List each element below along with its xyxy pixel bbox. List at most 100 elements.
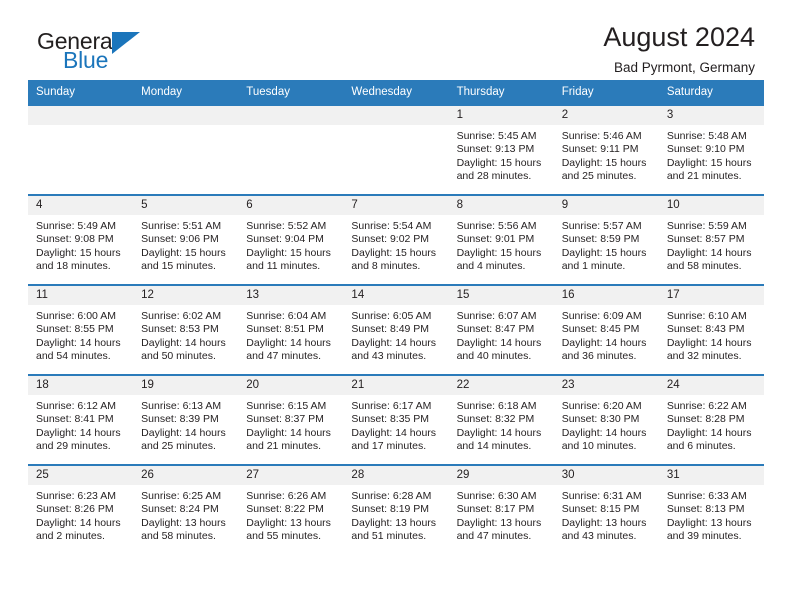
calendar-day-cell[interactable]: 5 Sunrise: 5:51 AM Sunset: 9:06 PM Daylight… <box>133 194 239 285</box>
daylight-duration-line1: Daylight: 14 hours <box>36 426 121 439</box>
sunrise-time: Sunrise: 5:49 AM <box>36 220 116 232</box>
day-number <box>238 106 344 125</box>
calendar-day-cell[interactable]: 30 Sunrise: 6:31 AM Sunset: 8:15 PM Dayligh… <box>553 464 659 555</box>
daylight-duration-line1: Daylight: 13 hours <box>351 516 437 529</box>
daylight-duration-line1: Daylight: 14 hours <box>246 426 331 439</box>
day-number: 4 <box>28 196 134 215</box>
sunset-time: Sunset: 8:41 PM <box>36 413 114 426</box>
sunset-time: Sunset: 8:39 PM <box>141 413 219 426</box>
calendar-week-row: 25 Sunrise: 6:23 AM Sunset: 8:26 PM Dayligh… <box>28 464 764 555</box>
calendar-day-cell[interactable]: 24 Sunrise: 6:22 AM Sunset: 8:28 PM Dayligh… <box>658 374 764 465</box>
calendar-day-cell[interactable]: 16 Sunrise: 6:09 AM Sunset: 8:45 PM Dayligh… <box>553 284 659 375</box>
calendar-day-cell[interactable]: 25 Sunrise: 6:23 AM Sunset: 8:26 PM Dayligh… <box>28 464 134 555</box>
daylight-duration-line2: and 29 minutes. <box>36 439 111 452</box>
day-number: 16 <box>553 286 659 305</box>
calendar-day-cell[interactable]: 4 Sunrise: 5:49 AM Sunset: 9:08 PM Daylight… <box>28 194 134 285</box>
sunrise-time: Sunrise: 6:07 AM <box>456 310 537 322</box>
sunset-time: Sunset: 8:53 PM <box>141 323 219 336</box>
daylight-duration-line2: and 4 minutes. <box>456 259 526 272</box>
calendar-day-cell[interactable]: 11 Sunrise: 6:00 AM Sunset: 8:55 PM Dayligh… <box>28 284 134 375</box>
sunset-time: Sunset: 8:51 PM <box>246 323 324 336</box>
day-number: 21 <box>343 376 449 395</box>
day-number: 10 <box>658 196 764 215</box>
daylight-duration-line2: and 21 minutes. <box>246 439 321 452</box>
daylight-duration-line1: Daylight: 15 hours <box>351 246 437 259</box>
calendar-day-cell[interactable]: 29 Sunrise: 6:30 AM Sunset: 8:17 PM Dayligh… <box>448 464 554 555</box>
calendar-day-cell-empty <box>238 104 344 195</box>
calendar-day-cell[interactable]: 13 Sunrise: 6:04 AM Sunset: 8:51 PM Dayligh… <box>238 284 344 375</box>
day-number: 30 <box>553 466 659 485</box>
day-number: 22 <box>448 376 554 395</box>
daylight-duration-line1: Daylight: 15 hours <box>456 246 542 259</box>
daylight-duration-line2: and 50 minutes. <box>141 349 216 362</box>
calendar-week-row: 4 Sunrise: 5:49 AM Sunset: 9:08 PM Daylight… <box>28 194 764 285</box>
calendar-week-row: 11 Sunrise: 6:00 AM Sunset: 8:55 PM Dayligh… <box>28 284 764 375</box>
sunrise-time: Sunrise: 6:13 AM <box>141 400 222 412</box>
calendar-week-row: 1 Sunrise: 5:45 AM Sunset: 9:13 PM Daylight… <box>28 104 764 195</box>
daylight-duration-line2: and 1 minute. <box>561 259 626 272</box>
day-details: Sunrise: 6:05 AM Sunset: 8:49 PM Daylight:… <box>343 305 448 363</box>
day-number: 9 <box>553 196 659 215</box>
calendar-day-cell[interactable]: 23 Sunrise: 6:20 AM Sunset: 8:30 PM Dayligh… <box>553 374 659 465</box>
calendar-day-cell[interactable]: 15 Sunrise: 6:07 AM Sunset: 8:47 PM Dayligh… <box>448 284 554 375</box>
calendar-day-cell[interactable]: 6 Sunrise: 5:52 AM Sunset: 9:04 PM Daylight… <box>238 194 344 285</box>
calendar-body: 1 Sunrise: 5:45 AM Sunset: 9:13 PM Daylight… <box>28 104 764 555</box>
calendar-day-cell[interactable]: 22 Sunrise: 6:18 AM Sunset: 8:32 PM Dayligh… <box>448 374 554 465</box>
calendar-day-cell[interactable]: 2 Sunrise: 5:46 AM Sunset: 9:11 PM Daylight… <box>553 104 659 195</box>
day-details: Sunrise: 5:57 AM Sunset: 8:59 PM Daylight:… <box>554 215 659 273</box>
calendar-day-cell[interactable]: 8 Sunrise: 5:56 AM Sunset: 9:01 PM Daylight… <box>448 194 554 285</box>
day-number: 3 <box>658 106 764 125</box>
daylight-duration-line2: and 28 minutes. <box>456 169 532 182</box>
calendar-day-cell[interactable]: 31 Sunrise: 6:33 AM Sunset: 8:13 PM Dayligh… <box>658 464 764 555</box>
daylight-duration-line1: Daylight: 13 hours <box>456 516 542 529</box>
general-blue-logo[interactable]: General Blue <box>37 30 167 78</box>
daylight-duration-line1: Daylight: 14 hours <box>141 426 226 439</box>
calendar-day-cell[interactable]: 14 Sunrise: 6:05 AM Sunset: 8:49 PM Dayligh… <box>343 284 449 375</box>
day-details: Sunrise: 6:17 AM Sunset: 8:35 PM Daylight:… <box>343 395 448 453</box>
sunrise-time: Sunrise: 5:54 AM <box>351 220 432 232</box>
sunrise-time: Sunrise: 5:59 AM <box>666 220 747 232</box>
day-details: Sunrise: 5:48 AM Sunset: 9:10 PM Daylight:… <box>659 125 764 183</box>
sunset-time: Sunset: 8:19 PM <box>351 503 430 516</box>
calendar-day-cell[interactable]: 20 Sunrise: 6:15 AM Sunset: 8:37 PM Dayligh… <box>238 374 344 465</box>
sunset-time: Sunset: 9:04 PM <box>246 233 324 246</box>
day-number <box>28 106 134 125</box>
sunrise-time: Sunrise: 6:02 AM <box>141 310 222 322</box>
day-number: 31 <box>658 466 764 485</box>
daylight-duration-line1: Daylight: 15 hours <box>36 246 121 259</box>
sunset-time: Sunset: 8:55 PM <box>36 323 114 336</box>
daylight-duration-line1: Daylight: 13 hours <box>246 516 331 529</box>
calendar-day-cell[interactable]: 21 Sunrise: 6:17 AM Sunset: 8:35 PM Dayligh… <box>343 374 449 465</box>
day-number: 13 <box>238 286 344 305</box>
calendar-day-cell-empty <box>28 104 134 195</box>
daylight-duration-line1: Daylight: 14 hours <box>36 516 121 529</box>
calendar-day-cell-empty <box>133 104 239 195</box>
calendar-day-cell[interactable]: 28 Sunrise: 6:28 AM Sunset: 8:19 PM Dayligh… <box>343 464 449 555</box>
calendar-day-cell[interactable]: 27 Sunrise: 6:26 AM Sunset: 8:22 PM Dayligh… <box>238 464 344 555</box>
sunset-time: Sunset: 8:57 PM <box>666 233 745 246</box>
day-details: Sunrise: 6:07 AM Sunset: 8:47 PM Daylight:… <box>449 305 554 363</box>
daylight-duration-line2: and 6 minutes. <box>666 439 736 452</box>
calendar-day-cell[interactable]: 1 Sunrise: 5:45 AM Sunset: 9:13 PM Daylight… <box>448 104 554 195</box>
daylight-duration-line1: Daylight: 14 hours <box>561 426 647 439</box>
day-number: 12 <box>133 286 239 305</box>
daylight-duration-line2: and 25 minutes. <box>141 439 216 452</box>
daylight-duration-line2: and 47 minutes. <box>246 349 321 362</box>
sunset-time: Sunset: 9:13 PM <box>456 143 535 156</box>
calendar-day-cell[interactable]: 9 Sunrise: 5:57 AM Sunset: 8:59 PM Daylight… <box>553 194 659 285</box>
sunset-time: Sunset: 9:08 PM <box>36 233 114 246</box>
daylight-duration-line1: Daylight: 15 hours <box>141 246 226 259</box>
calendar-day-cell[interactable]: 3 Sunrise: 5:48 AM Sunset: 9:10 PM Daylight… <box>658 104 764 195</box>
calendar-day-cell[interactable]: 7 Sunrise: 5:54 AM Sunset: 9:02 PM Daylight… <box>343 194 449 285</box>
daylight-duration-line1: Daylight: 14 hours <box>561 336 647 349</box>
calendar-day-cell[interactable]: 17 Sunrise: 6:10 AM Sunset: 8:43 PM Dayligh… <box>658 284 764 375</box>
calendar-day-cell[interactable]: 26 Sunrise: 6:25 AM Sunset: 8:24 PM Dayligh… <box>133 464 239 555</box>
weekday-header-thursday: Thursday <box>448 80 554 105</box>
calendar-day-cell[interactable]: 12 Sunrise: 6:02 AM Sunset: 8:53 PM Dayligh… <box>133 284 239 375</box>
calendar-day-cell[interactable]: 19 Sunrise: 6:13 AM Sunset: 8:39 PM Dayligh… <box>133 374 239 465</box>
sunrise-time: Sunrise: 5:48 AM <box>666 130 747 142</box>
calendar-day-cell[interactable]: 10 Sunrise: 5:59 AM Sunset: 8:57 PM Dayligh… <box>658 194 764 285</box>
sunrise-time: Sunrise: 5:51 AM <box>141 220 222 232</box>
day-details: Sunrise: 6:23 AM Sunset: 8:26 PM Daylight:… <box>28 485 133 543</box>
calendar-day-cell[interactable]: 18 Sunrise: 6:12 AM Sunset: 8:41 PM Dayligh… <box>28 374 134 465</box>
